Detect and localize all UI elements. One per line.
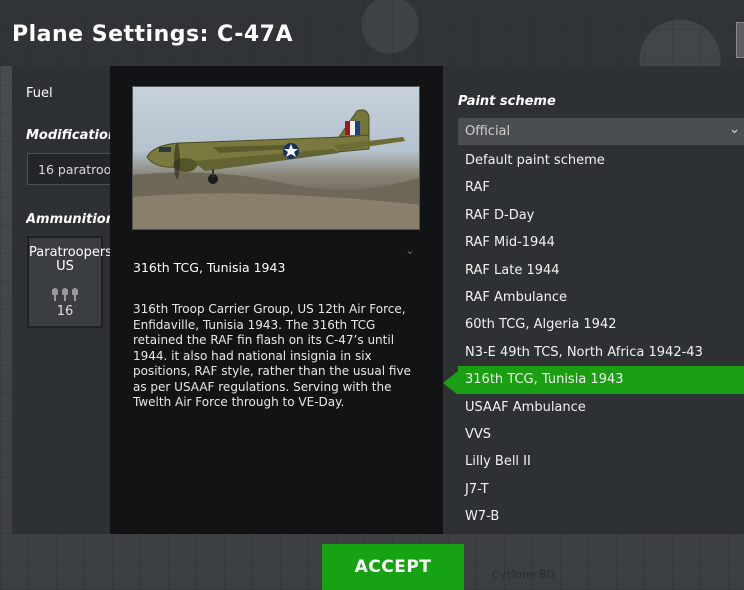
ammo-card[interactable]: Paratroopers US 16 (27, 236, 112, 328)
list-item[interactable]: N3-E 49th TCS, North Africa 1942-43 (458, 339, 744, 366)
list-item[interactable]: RAF Late 1944 (458, 257, 744, 284)
window-title: Plane Settings: C-47A (12, 22, 293, 47)
selection-arrow-icon (443, 371, 458, 395)
ammo-card-count: 16 (56, 304, 74, 319)
parachute-icon (29, 280, 101, 301)
list-item[interactable]: W7-B (458, 503, 744, 520)
list-item[interactable]: RAF (458, 174, 744, 201)
list-item-selected[interactable]: 316th TCG, Tunisia 1943 (458, 366, 744, 394)
chevron-down-icon: ⌄ (729, 122, 740, 137)
fuel-label: Fuel (26, 86, 53, 101)
title-bar: Plane Settings: C-47A (0, 0, 744, 66)
list-item[interactable]: USAAF Ambulance (458, 394, 744, 421)
list-item[interactable]: Lilly Bell II (458, 448, 744, 475)
list-item[interactable]: RAF D-Day (458, 202, 744, 229)
paint-scheme-list[interactable]: Default paint scheme RAF RAF D-Day RAF M… (458, 147, 744, 520)
close-button[interactable] (736, 22, 744, 58)
list-item[interactable]: RAF Ambulance (458, 284, 744, 311)
list-item[interactable]: J7-T (458, 476, 744, 503)
accept-button[interactable]: ACCEPT (322, 544, 464, 590)
chevron-down-icon[interactable]: ⌄ (405, 243, 415, 257)
list-item[interactable]: VVS (458, 421, 744, 448)
list-item[interactable]: 60th TCG, Algeria 1942 (458, 311, 744, 338)
background-map-label: Cyclone BD (492, 568, 556, 581)
paint-scheme-select[interactable]: Official ⌄ (458, 118, 744, 145)
scheme-description: 316th Troop Carrier Group, US 12th Air F… (133, 302, 411, 409)
scheme-name: 316th TCG, Tunisia 1943 (133, 260, 286, 275)
ammo-card-name: Paratroopers US (29, 245, 112, 274)
paint-scheme-selected-value: Official (465, 124, 511, 139)
list-item[interactable]: Default paint scheme (458, 147, 744, 174)
paint-scheme-label: Paint scheme (458, 94, 556, 109)
list-item[interactable]: RAF Mid-1944 (458, 229, 744, 256)
plane-preview-image (132, 86, 420, 230)
